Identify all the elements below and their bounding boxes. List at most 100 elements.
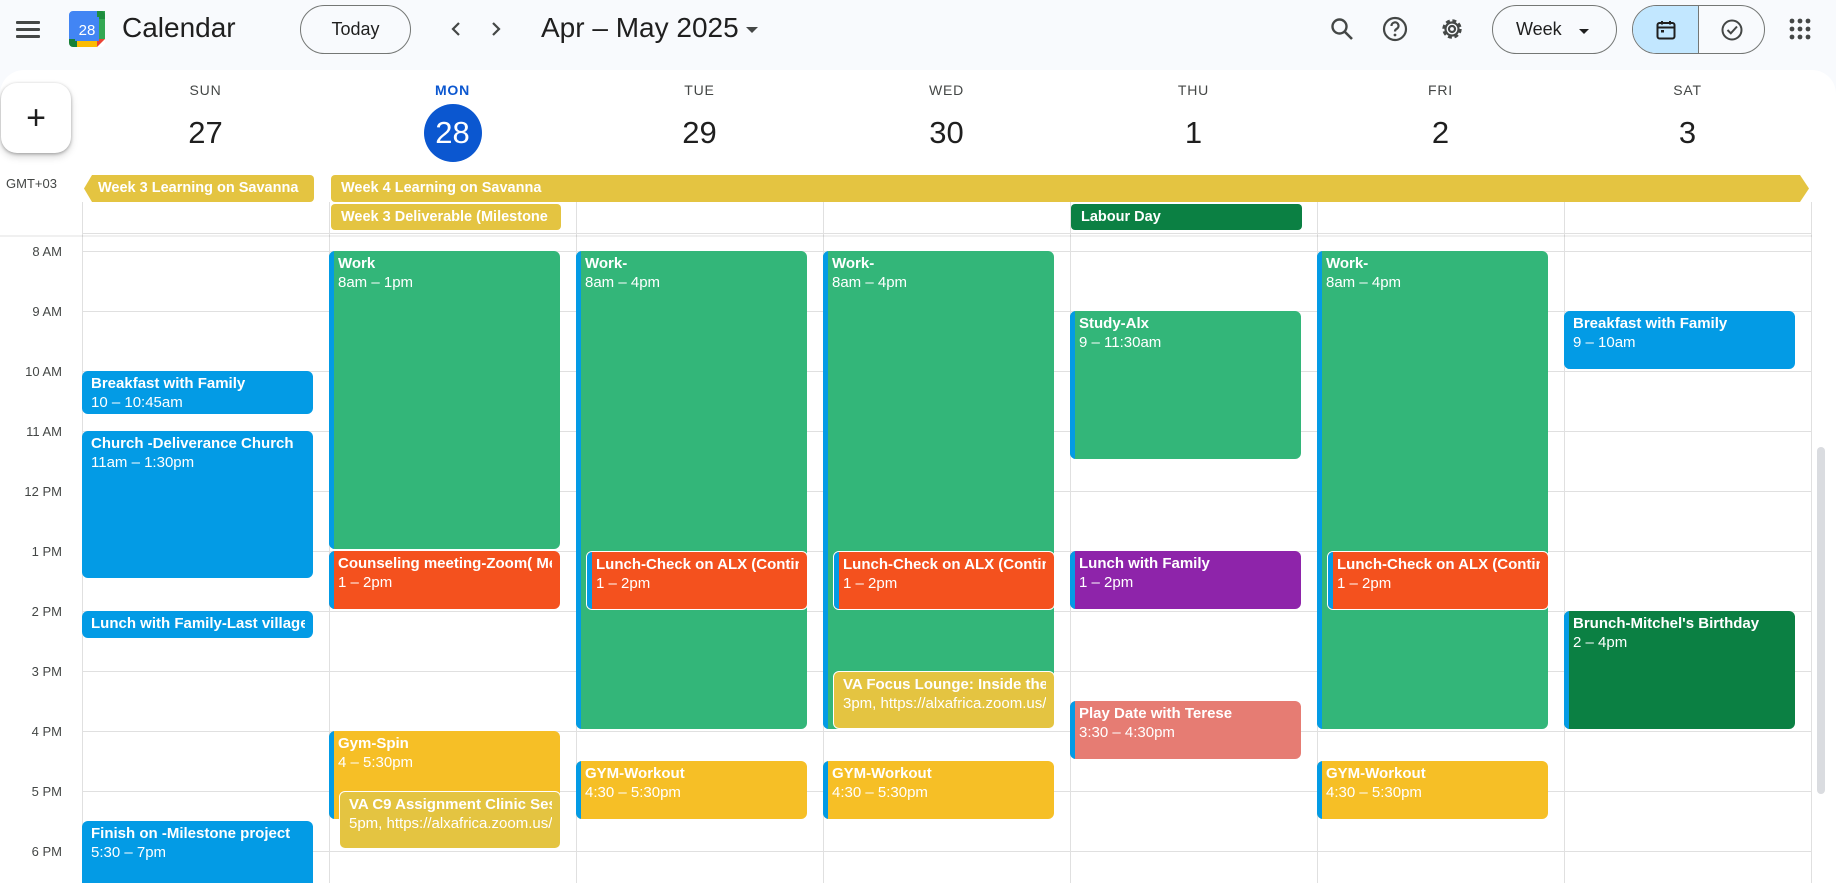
check-circle-icon[interactable]	[1699, 6, 1764, 53]
day-header-fri[interactable]: FRI 2	[1317, 82, 1564, 162]
help-icon[interactable]	[1375, 9, 1415, 49]
event-time: 1 – 2pm	[596, 575, 651, 592]
day-number[interactable]: 30	[918, 104, 976, 162]
view-selector[interactable]: Week	[1492, 5, 1617, 54]
event-block[interactable]: Lunch-Check on ALX (Contin 1 – 2pm	[833, 551, 1055, 610]
column-divider	[1811, 202, 1812, 883]
event-block[interactable]: Lunch-Check on ALX (Contin 1 – 2pm	[586, 551, 808, 610]
day-header-sun[interactable]: SUN 27	[82, 82, 329, 162]
day-name: WED	[928, 82, 965, 98]
plus-icon: +	[26, 98, 46, 137]
event-title: Church -Deliverance Church	[91, 435, 294, 452]
event-block[interactable]: Lunch with Family-Last village	[82, 611, 313, 638]
event-title: Breakfast with Family	[91, 375, 246, 392]
all-day-divider	[82, 233, 1812, 234]
hour-label: 12 PM	[24, 484, 62, 499]
event-title: GYM-Workout	[1326, 765, 1426, 782]
event-block[interactable]: Study-Alx 9 – 11:30am	[1070, 311, 1301, 459]
day-header-sat[interactable]: SAT 3	[1564, 82, 1811, 162]
event-block[interactable]: Work- 8am – 4pm	[1317, 251, 1548, 729]
event-block[interactable]: VA C9 Assignment Clinic Sess 5pm, https:…	[339, 791, 561, 849]
event-title: Play Date with Terese	[1079, 705, 1233, 722]
calendar-color-bar	[587, 552, 592, 609]
event-time: 10 – 10:45am	[91, 394, 183, 411]
event-title: Week 3 Learning on Savanna	[98, 180, 299, 196]
day-number-today[interactable]: 28	[423, 104, 482, 162]
event-block[interactable]: Lunch with Family 1 – 2pm	[1070, 551, 1301, 609]
chevron-right-icon[interactable]	[476, 9, 516, 49]
event-block[interactable]: Play Date with Terese 3:30 – 4:30pm	[1070, 701, 1301, 759]
chevron-down-icon	[1579, 29, 1589, 34]
day-number[interactable]: 1	[1165, 104, 1223, 162]
day-number[interactable]: 27	[177, 104, 235, 162]
day-number[interactable]: 29	[671, 104, 729, 162]
event-block[interactable]: Brunch-Mitchel's Birthday 2 – 4pm	[1564, 611, 1795, 729]
all-day-event[interactable]: Week 3 Deliverable (Milestone	[331, 204, 561, 230]
event-time: 4:30 – 5:30pm	[585, 784, 681, 801]
event-time: 3pm, https://alxafrica.zoom.us/	[843, 695, 1046, 712]
hour-label: 8 AM	[32, 244, 62, 259]
all-day-event[interactable]: Labour Day	[1071, 204, 1302, 230]
calendar-icon[interactable]	[1633, 6, 1698, 53]
event-block[interactable]: VA Focus Lounge: Inside the J 3pm, https…	[833, 671, 1055, 729]
calendar-logo[interactable]: 28	[67, 9, 107, 49]
day-header-tue[interactable]: TUE 29	[576, 82, 823, 162]
day-header-mon[interactable]: MON 28	[329, 82, 576, 162]
event-title: GYM-Workout	[585, 765, 685, 782]
date-range-title[interactable]: Apr – May 2025	[541, 12, 739, 44]
gear-icon[interactable]	[1432, 9, 1472, 49]
day-header-wed[interactable]: WED 30	[823, 82, 1070, 162]
calendar-color-bar	[1564, 611, 1569, 729]
event-block[interactable]: Breakfast with Family 10 – 10:45am	[82, 371, 313, 414]
hour-label: 4 PM	[31, 724, 62, 739]
scrollbar[interactable]	[1817, 447, 1825, 794]
today-button[interactable]: Today	[300, 5, 411, 54]
event-time: 5:30 – 7pm	[91, 844, 167, 861]
day-number[interactable]: 2	[1412, 104, 1470, 162]
all-day-event[interactable]: Week 4 Learning on Savanna	[331, 175, 1809, 202]
event-title: Lunch-Check on ALX (Contin	[1337, 556, 1540, 573]
hour-label: 5 PM	[31, 784, 62, 799]
event-block[interactable]: Breakfast with Family 9 – 10am	[1564, 311, 1795, 369]
timezone-label: GMT+03	[6, 176, 57, 191]
event-block[interactable]: Counseling meeting-Zoom( Me 1 – 2pm	[329, 551, 560, 609]
app-title: Calendar	[122, 12, 236, 43]
event-block[interactable]: Church -Deliverance Church 11am – 1:30pm	[82, 431, 313, 578]
event-block[interactable]: Finish on -Milestone project 5:30 – 7pm	[82, 821, 313, 883]
event-block[interactable]: Lunch-Check on ALX (Contin 1 – 2pm	[1327, 551, 1549, 610]
hour-label: 2 PM	[31, 604, 62, 619]
chevron-down-icon[interactable]	[746, 27, 758, 33]
event-time: 9 – 10am	[1573, 334, 1636, 351]
create-button[interactable]: +	[1, 83, 71, 153]
event-time: 4:30 – 5:30pm	[832, 784, 928, 801]
event-time: 1 – 2pm	[843, 575, 898, 592]
event-block[interactable]: Work- 8am – 4pm	[576, 251, 807, 729]
event-title: Work-	[832, 255, 875, 272]
hour-label: 3 PM	[31, 664, 62, 679]
calendar-color-bar	[329, 251, 334, 549]
event-block[interactable]: GYM-Workout 4:30 – 5:30pm	[1317, 761, 1548, 819]
event-block[interactable]: GYM-Workout 4:30 – 5:30pm	[576, 761, 807, 819]
event-title: Lunch with Family	[1079, 555, 1210, 572]
calendar-color-bar	[823, 761, 828, 819]
calendar-color-bar	[576, 251, 581, 729]
apps-grid-icon[interactable]	[1780, 9, 1820, 49]
view-toggle	[1632, 5, 1765, 54]
event-block[interactable]: Work 8am – 1pm	[329, 251, 560, 549]
calendar-color-bar	[576, 761, 581, 819]
day-header-thu[interactable]: THU 1	[1070, 82, 1317, 162]
calendar-color-bar	[1317, 251, 1322, 729]
event-title: Finish on -Milestone project	[91, 825, 291, 842]
day-number[interactable]: 3	[1659, 104, 1717, 162]
calendar-color-bar	[329, 551, 334, 609]
chevron-left-icon[interactable]	[436, 9, 476, 49]
calendar-main: + SUN 27 MON 28 TUE 29 WED 30 THU 1 FRI …	[0, 70, 1836, 883]
view-selector-label: Week	[1516, 19, 1562, 39]
search-icon[interactable]	[1322, 9, 1362, 49]
day-name: SAT	[1673, 82, 1702, 98]
event-block[interactable]: GYM-Workout 4:30 – 5:30pm	[823, 761, 1054, 819]
all-day-event[interactable]: Week 3 Learning on Savanna	[84, 175, 314, 202]
event-block[interactable]: Work- 8am – 4pm	[823, 251, 1054, 729]
event-title: VA Focus Lounge: Inside the J	[843, 676, 1046, 693]
hamburger-menu-icon[interactable]	[8, 9, 48, 49]
